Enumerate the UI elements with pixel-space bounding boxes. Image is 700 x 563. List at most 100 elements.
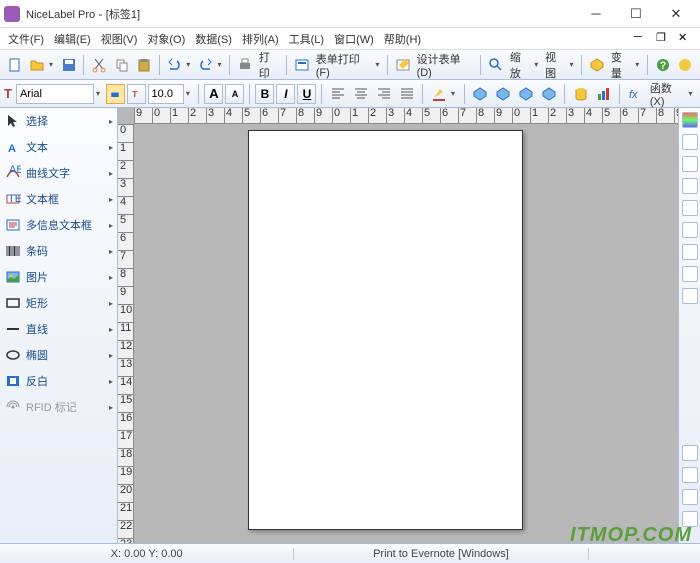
- open-dropdown[interactable]: ▾: [49, 60, 57, 69]
- align-tool-icon[interactable]: [682, 134, 698, 150]
- align-center-button[interactable]: [350, 83, 371, 105]
- textbox-icon: TEXT: [4, 191, 22, 207]
- formprint-dropdown[interactable]: ▾: [375, 60, 383, 69]
- ellipse-icon: [4, 347, 22, 363]
- menu-view[interactable]: 视图(V): [97, 29, 142, 49]
- menu-object[interactable]: 对象(O): [143, 29, 189, 49]
- func-button[interactable]: 函数(X): [648, 80, 687, 108]
- mdi-close-icon[interactable]: ✕: [678, 31, 694, 47]
- box2-button[interactable]: [492, 83, 513, 105]
- print-button[interactable]: 打印: [257, 49, 282, 81]
- font-size-input[interactable]: 10.0: [148, 84, 184, 104]
- dist2-tool-icon[interactable]: [682, 288, 698, 304]
- var-dropdown[interactable]: ▾: [635, 60, 643, 69]
- font-shrink-button[interactable]: A: [225, 84, 244, 104]
- menu-edit[interactable]: 编辑(E): [50, 29, 95, 49]
- chart-button[interactable]: [593, 83, 614, 105]
- bold-button[interactable]: B: [255, 84, 274, 104]
- save-button[interactable]: [58, 54, 80, 76]
- tool-image[interactable]: 图片▸: [0, 264, 117, 290]
- color-tool-icon[interactable]: [682, 112, 698, 128]
- paste-button[interactable]: [133, 54, 155, 76]
- layer1-tool-icon[interactable]: [682, 445, 698, 461]
- var-button[interactable]: 变量: [609, 49, 634, 81]
- menu-arrange[interactable]: 排列(A): [238, 29, 283, 49]
- italic-button[interactable]: I: [276, 84, 295, 104]
- tool-barcode[interactable]: 条码▸: [0, 238, 117, 264]
- color-button[interactable]: [428, 83, 449, 105]
- mdi-restore-icon[interactable]: ❐: [656, 31, 672, 47]
- db-button[interactable]: [570, 83, 591, 105]
- tool-textbox[interactable]: TEXT文本框▸: [0, 186, 117, 212]
- copy-button[interactable]: [111, 54, 133, 76]
- view-dropdown[interactable]: ▾: [570, 60, 578, 69]
- chevron-icon: ▸: [109, 247, 113, 256]
- align2-tool-icon[interactable]: [682, 156, 698, 172]
- undo-button[interactable]: [164, 54, 186, 76]
- align-right-button[interactable]: [373, 83, 394, 105]
- formprint-icon[interactable]: [291, 54, 313, 76]
- box1-button[interactable]: [469, 83, 490, 105]
- align4-tool-icon[interactable]: [682, 200, 698, 216]
- font-name-input[interactable]: Arial: [16, 84, 94, 104]
- new-button[interactable]: [4, 54, 26, 76]
- underline-button[interactable]: U: [297, 84, 316, 104]
- menu-help[interactable]: 帮助(H): [380, 29, 425, 49]
- undo-dropdown[interactable]: ▾: [186, 60, 194, 69]
- func-icon[interactable]: fx: [625, 83, 646, 105]
- redo-dropdown[interactable]: ▾: [218, 60, 226, 69]
- redo-button[interactable]: [195, 54, 217, 76]
- align-left-button[interactable]: [327, 83, 348, 105]
- menu-file[interactable]: 文件(F): [4, 29, 48, 49]
- close-button[interactable]: ✕: [656, 2, 696, 26]
- align3-tool-icon[interactable]: [682, 178, 698, 194]
- help-icon[interactable]: ?: [652, 54, 674, 76]
- zoom-button[interactable]: 缩放: [508, 49, 533, 81]
- label-page[interactable]: [248, 130, 523, 530]
- zoom-icon[interactable]: [485, 54, 507, 76]
- tool-rfid[interactable]: RFID 标记▸: [0, 394, 117, 420]
- tool-A[interactable]: A文本▸: [0, 134, 117, 160]
- tool-line[interactable]: 直线▸: [0, 316, 117, 342]
- svg-text:TEXT: TEXT: [8, 193, 21, 205]
- print-icon[interactable]: [234, 54, 256, 76]
- cut-button[interactable]: [88, 54, 110, 76]
- var-icon[interactable]: [586, 54, 608, 76]
- tool-label: 矩形: [26, 295, 48, 311]
- layer4-tool-icon[interactable]: [682, 511, 698, 527]
- printer-font-button[interactable]: [106, 84, 125, 104]
- designform-button[interactable]: 设计表单(D): [415, 51, 477, 79]
- align5-tool-icon[interactable]: [682, 222, 698, 238]
- tool-multi[interactable]: 多信息文本框▸: [0, 212, 117, 238]
- menu-window[interactable]: 窗口(W): [330, 29, 378, 49]
- font-grow-button[interactable]: A: [204, 84, 223, 104]
- view-button[interactable]: 视图: [543, 49, 568, 81]
- maximize-button[interactable]: ☐: [616, 2, 656, 26]
- formprint-button[interactable]: 表单打印(F): [314, 51, 375, 79]
- tool-rect[interactable]: 矩形▸: [0, 290, 117, 316]
- layer3-tool-icon[interactable]: [682, 489, 698, 505]
- menu-bar: 文件(F) 编辑(E) 视图(V) 对象(O) 数据(S) 排列(A) 工具(L…: [0, 28, 700, 50]
- menu-tool[interactable]: 工具(L): [285, 29, 328, 49]
- layer2-tool-icon[interactable]: [682, 467, 698, 483]
- tool-curve[interactable]: ABC曲线文字▸: [0, 160, 117, 186]
- tool-inverse[interactable]: 反白▸: [0, 368, 117, 394]
- open-button[interactable]: [27, 54, 49, 76]
- zoom-dropdown[interactable]: ▾: [534, 60, 542, 69]
- align6-tool-icon[interactable]: [682, 244, 698, 260]
- canvas-area[interactable]: 9012345678901234567890123456789012 01234…: [118, 108, 678, 543]
- box3-button[interactable]: [515, 83, 536, 105]
- tool-ellipse[interactable]: 椭圆▸: [0, 342, 117, 368]
- text-tool-icon: T: [4, 86, 12, 101]
- truetype-font-button[interactable]: T: [127, 84, 146, 104]
- minimize-button[interactable]: ─: [576, 2, 616, 26]
- dist1-tool-icon[interactable]: [682, 266, 698, 282]
- box4-button[interactable]: [538, 83, 559, 105]
- designform-icon[interactable]: [392, 54, 414, 76]
- info-icon[interactable]: [675, 54, 697, 76]
- rfid-icon: [4, 399, 22, 415]
- tool-cursor[interactable]: 选择▸: [0, 108, 117, 134]
- mdi-min-icon[interactable]: ─: [634, 31, 650, 47]
- menu-data[interactable]: 数据(S): [191, 29, 236, 49]
- align-justify-button[interactable]: [396, 83, 417, 105]
